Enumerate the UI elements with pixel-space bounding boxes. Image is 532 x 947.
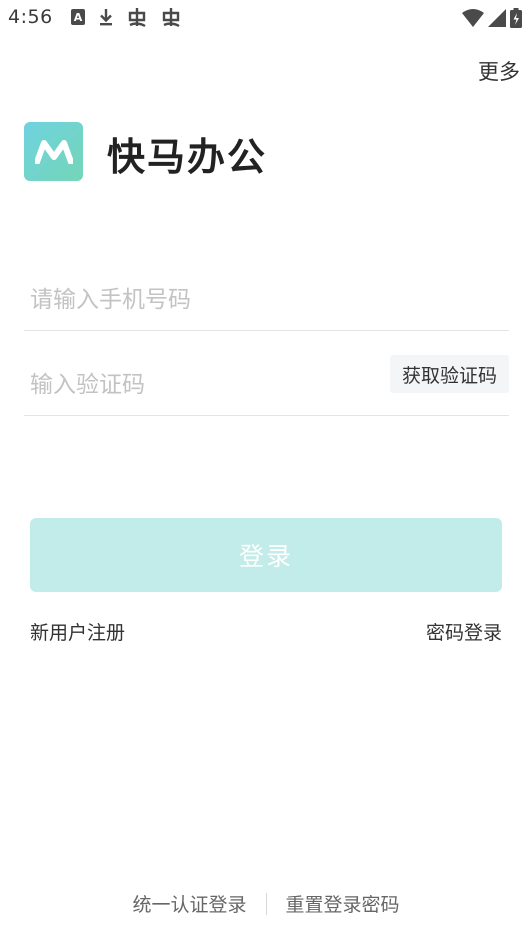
bug-icon: [126, 6, 148, 28]
login-screen: 4:56 A 更多 快马办公 请输入手机号码 输入验证码 获取验证码 登录 新用…: [0, 0, 532, 947]
code-field: 获取验证码: [24, 355, 509, 416]
m-logo-icon: [34, 139, 73, 164]
system-icons: [462, 8, 522, 32]
status-bar: 4:56 A: [0, 0, 532, 38]
notification-icons: A: [70, 6, 182, 28]
register-link[interactable]: 新用户注册: [30, 618, 125, 645]
status-time: 4:56: [8, 6, 53, 28]
app-logo: [24, 122, 83, 181]
a-box-icon: A: [70, 8, 86, 26]
bug-icon: [160, 6, 182, 28]
battery-icon: [510, 8, 522, 32]
signal-icon: [488, 9, 506, 31]
reset-password-link[interactable]: 重置登录密码: [286, 890, 400, 917]
phone-field: [24, 270, 509, 331]
more-button[interactable]: 更多: [478, 56, 520, 86]
get-code-button[interactable]: 获取验证码: [389, 355, 509, 393]
app-title: 快马办公: [107, 135, 268, 179]
svg-text:A: A: [74, 11, 83, 24]
wifi-icon: [462, 9, 484, 31]
footer-divider: [265, 892, 267, 915]
footer: 统一认证登录 重置登录密码: [0, 890, 532, 917]
verification-code-input[interactable]: [30, 365, 370, 405]
sso-login-link[interactable]: 统一认证登录: [132, 890, 246, 917]
login-button[interactable]: 登录: [30, 518, 502, 592]
password-login-link[interactable]: 密码登录: [426, 618, 502, 645]
phone-input[interactable]: [30, 280, 370, 320]
download-icon: [98, 7, 114, 27]
